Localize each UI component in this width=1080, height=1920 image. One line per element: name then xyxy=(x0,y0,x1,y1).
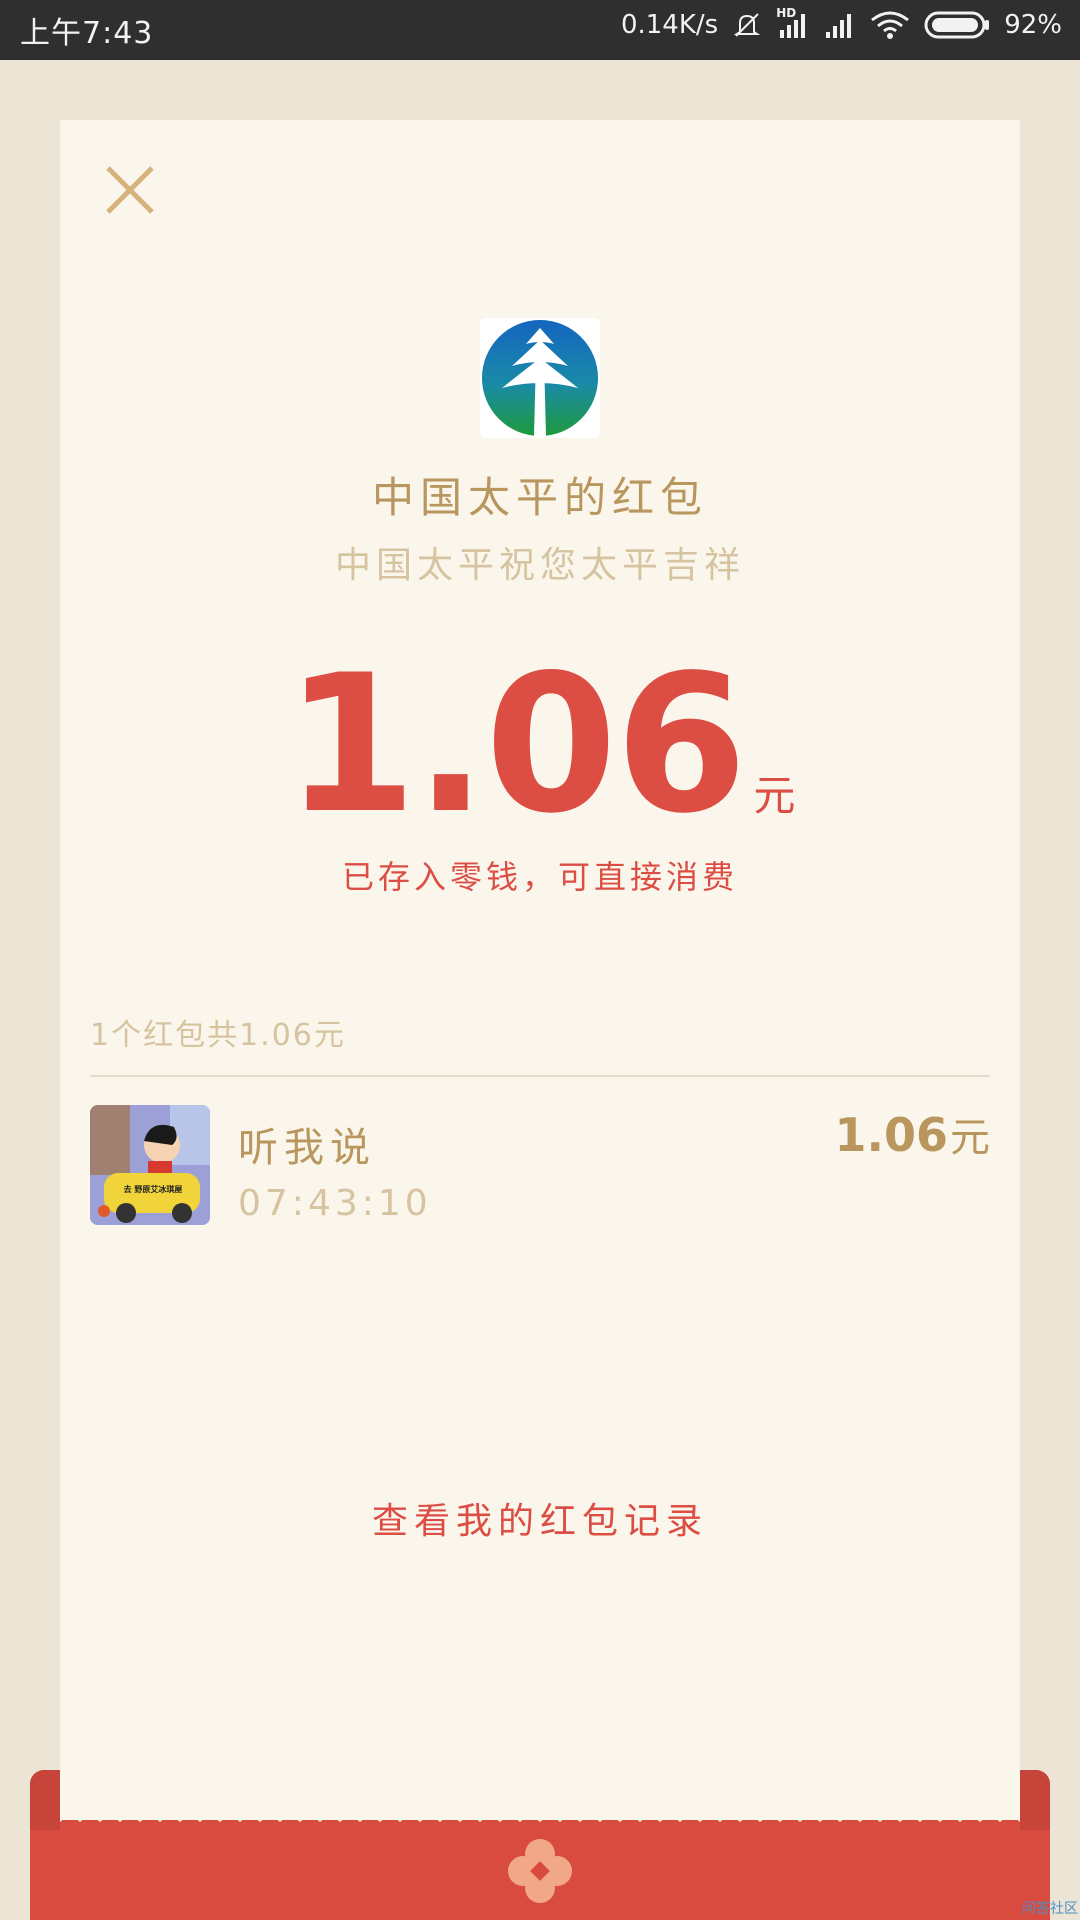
close-button[interactable] xyxy=(102,162,158,218)
deposit-note: 已存入零钱，可直接消费 xyxy=(341,858,738,896)
wifi-icon xyxy=(870,10,910,40)
recipient-name: 听我说 xyxy=(238,1125,376,1171)
signal-icon xyxy=(824,10,856,40)
mute-bell-icon xyxy=(732,10,762,40)
packet-summary: 1个红包共1.06元 xyxy=(90,1018,346,1053)
battery-icon xyxy=(924,10,990,40)
avatar: 去 野原艾冰琪屋 xyxy=(90,1105,210,1225)
card-zigzag-edge xyxy=(60,1812,1020,1822)
network-speed: 0.14K/s xyxy=(620,10,719,40)
amount-unit: 元 xyxy=(753,771,796,820)
record-amount-value: 1.06 xyxy=(834,1108,949,1162)
close-icon xyxy=(106,166,154,214)
amount-value: 1.06 xyxy=(284,634,748,855)
hd-signal-icon: HD xyxy=(776,6,810,40)
greeting-text: 中国太平祝您太平吉祥 xyxy=(334,545,745,586)
envelope-fold-left xyxy=(30,1770,60,1830)
record-amount: 1.06元 xyxy=(835,1105,991,1163)
status-time: 上午7:43 xyxy=(20,16,154,51)
avatar-caption: 去 野原艾冰琪屋 xyxy=(123,1185,183,1194)
battery-percent: 92% xyxy=(1004,10,1062,40)
record-amount-unit: 元 xyxy=(950,1115,990,1161)
redpacket-card: 中国太平的红包 中国太平祝您太平吉祥 1.06 元 已存入零钱，可直接消费 1个红… xyxy=(60,120,1020,1820)
flower-emblem-icon xyxy=(508,1839,572,1903)
status-icons: 0.14K/s HD 92% xyxy=(620,6,1062,40)
sender-logo xyxy=(480,318,600,438)
watermark: 问答社区 xyxy=(1022,1901,1078,1917)
envelope-fold-right xyxy=(1020,1770,1050,1830)
record-time: 07:43:10 xyxy=(238,1183,432,1224)
status-bar: 上午7:43 0.14K/s HD 92% xyxy=(0,0,1080,60)
list-item[interactable]: 去 野原艾冰琪屋 听我说 07:43:10 1.06元 xyxy=(90,1105,990,1225)
view-history-link[interactable]: 查看我的红包记录 xyxy=(60,1492,1020,1544)
china-taiping-logo xyxy=(482,320,598,436)
divider xyxy=(90,1075,990,1077)
amount-display: 1.06 元 xyxy=(60,650,1020,840)
sender-title: 中国太平的红包 xyxy=(371,473,708,522)
